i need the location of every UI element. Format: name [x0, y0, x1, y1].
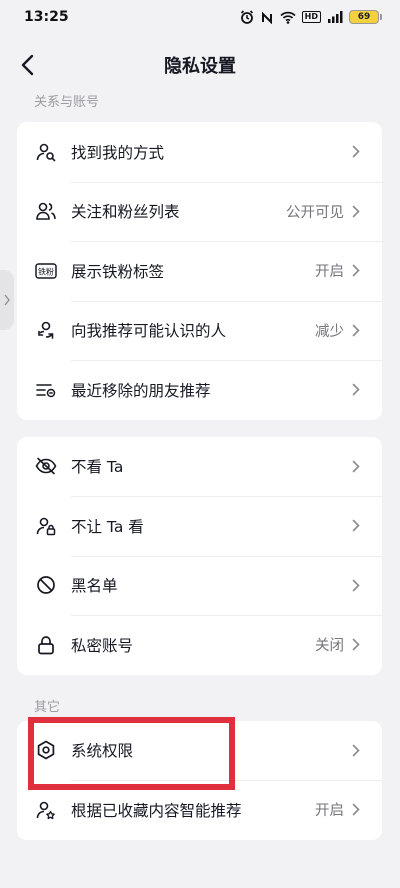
row-private-account[interactable]: 私密账号 关闭: [17, 615, 382, 675]
card-other: 系统权限 根据已收藏内容智能推荐 开启: [17, 720, 382, 840]
row-value: 开启: [315, 803, 344, 820]
row-value: 公开可见: [286, 204, 344, 221]
battery-icon: 69: [349, 10, 382, 24]
row-hide-their-content[interactable]: 不看 Ta: [17, 437, 382, 497]
row-find-me[interactable]: 找到我的方式: [17, 122, 382, 182]
row-label: 找到我的方式: [71, 143, 165, 162]
row-follow-fans-list[interactable]: 关注和粉丝列表 公开可见: [17, 181, 382, 242]
chevron-right-icon: [352, 743, 362, 757]
row-label: 黑名单: [71, 577, 118, 596]
row-label: 根据已收藏内容智能推荐: [71, 801, 242, 820]
battery-level: 69: [349, 10, 379, 24]
row-label: 系统权限: [71, 742, 134, 761]
back-button[interactable]: [14, 52, 40, 78]
lock-icon: [35, 634, 57, 656]
fan-badge-icon: 铁粉: [35, 260, 57, 282]
chevron-right-icon: [352, 459, 362, 473]
chevron-right-icon: [352, 383, 362, 397]
section-label-other: 其它: [34, 699, 61, 715]
nav-bar: 隐私设置: [0, 34, 400, 96]
status-icons: HD 69: [240, 10, 382, 24]
status-bar: 13:25 HD 69: [0, 0, 400, 34]
row-value: 减少: [315, 323, 344, 340]
hex-gear-icon: [35, 739, 57, 761]
eye-off-icon: [35, 455, 57, 477]
chevron-right-icon: [352, 578, 362, 592]
chevron-right-icon: [352, 264, 362, 278]
row-system-permissions[interactable]: 系统权限: [17, 721, 382, 781]
people-icon: [35, 200, 57, 222]
hd-badge: HD: [301, 11, 321, 23]
row-hide-from-them[interactable]: 不让 Ta 看: [17, 496, 382, 556]
fan-badge-text: 铁粉: [38, 266, 54, 276]
status-time: 13:25: [24, 9, 69, 25]
row-label: 展示铁粉标签: [71, 262, 165, 281]
section-label-relations: 关系与账号: [34, 95, 100, 110]
chevron-handle-icon: [4, 294, 10, 306]
row-value: 关闭: [315, 638, 344, 655]
chevron-right-icon: [352, 145, 362, 159]
page-title: 隐私设置: [164, 56, 236, 77]
wifi-icon: [280, 11, 296, 24]
alarm-icon: [240, 10, 254, 24]
chevron-left-icon: [21, 54, 34, 76]
row-label: 关注和粉丝列表: [71, 203, 180, 222]
recommend-people-icon: [35, 319, 57, 341]
row-blacklist[interactable]: 黑名单: [17, 555, 382, 616]
row-label: 最近移除的朋友推荐: [71, 381, 211, 400]
side-drawer-handle[interactable]: [0, 270, 14, 330]
chevron-right-icon: [352, 638, 362, 652]
person-star-icon: [35, 799, 57, 821]
chevron-right-icon: [352, 519, 362, 533]
person-search-icon: [35, 141, 57, 163]
chevron-right-icon: [352, 323, 362, 337]
chevron-right-icon: [352, 204, 362, 218]
row-fan-badge[interactable]: 铁粉 展示铁粉标签 开启: [17, 241, 382, 301]
row-removed-friend-recs[interactable]: 最近移除的朋友推荐: [17, 360, 382, 420]
row-label: 向我推荐可能认识的人: [71, 322, 227, 341]
row-smart-recommend[interactable]: 根据已收藏内容智能推荐 开启: [17, 780, 382, 840]
nfc-icon: [260, 10, 274, 24]
person-lock-icon: [35, 515, 57, 537]
card-visibility: 不看 Ta 不让 Ta 看 黑名单 私密账号 关闭: [17, 436, 382, 675]
row-label: 不让 Ta 看: [71, 517, 144, 536]
list-remove-icon: [35, 379, 57, 401]
row-recommend-people[interactable]: 向我推荐可能认识的人 减少: [17, 300, 382, 361]
signal-icon: [327, 11, 343, 23]
row-label: 私密账号: [71, 636, 134, 655]
block-icon: [35, 574, 57, 596]
row-label: 不看 Ta: [71, 458, 124, 477]
row-value: 开启: [315, 264, 344, 281]
chevron-right-icon: [352, 803, 362, 817]
card-relations: 找到我的方式 关注和粉丝列表 公开可见 铁粉 展示铁粉标签 开启 向我推荐可能认…: [17, 122, 382, 420]
